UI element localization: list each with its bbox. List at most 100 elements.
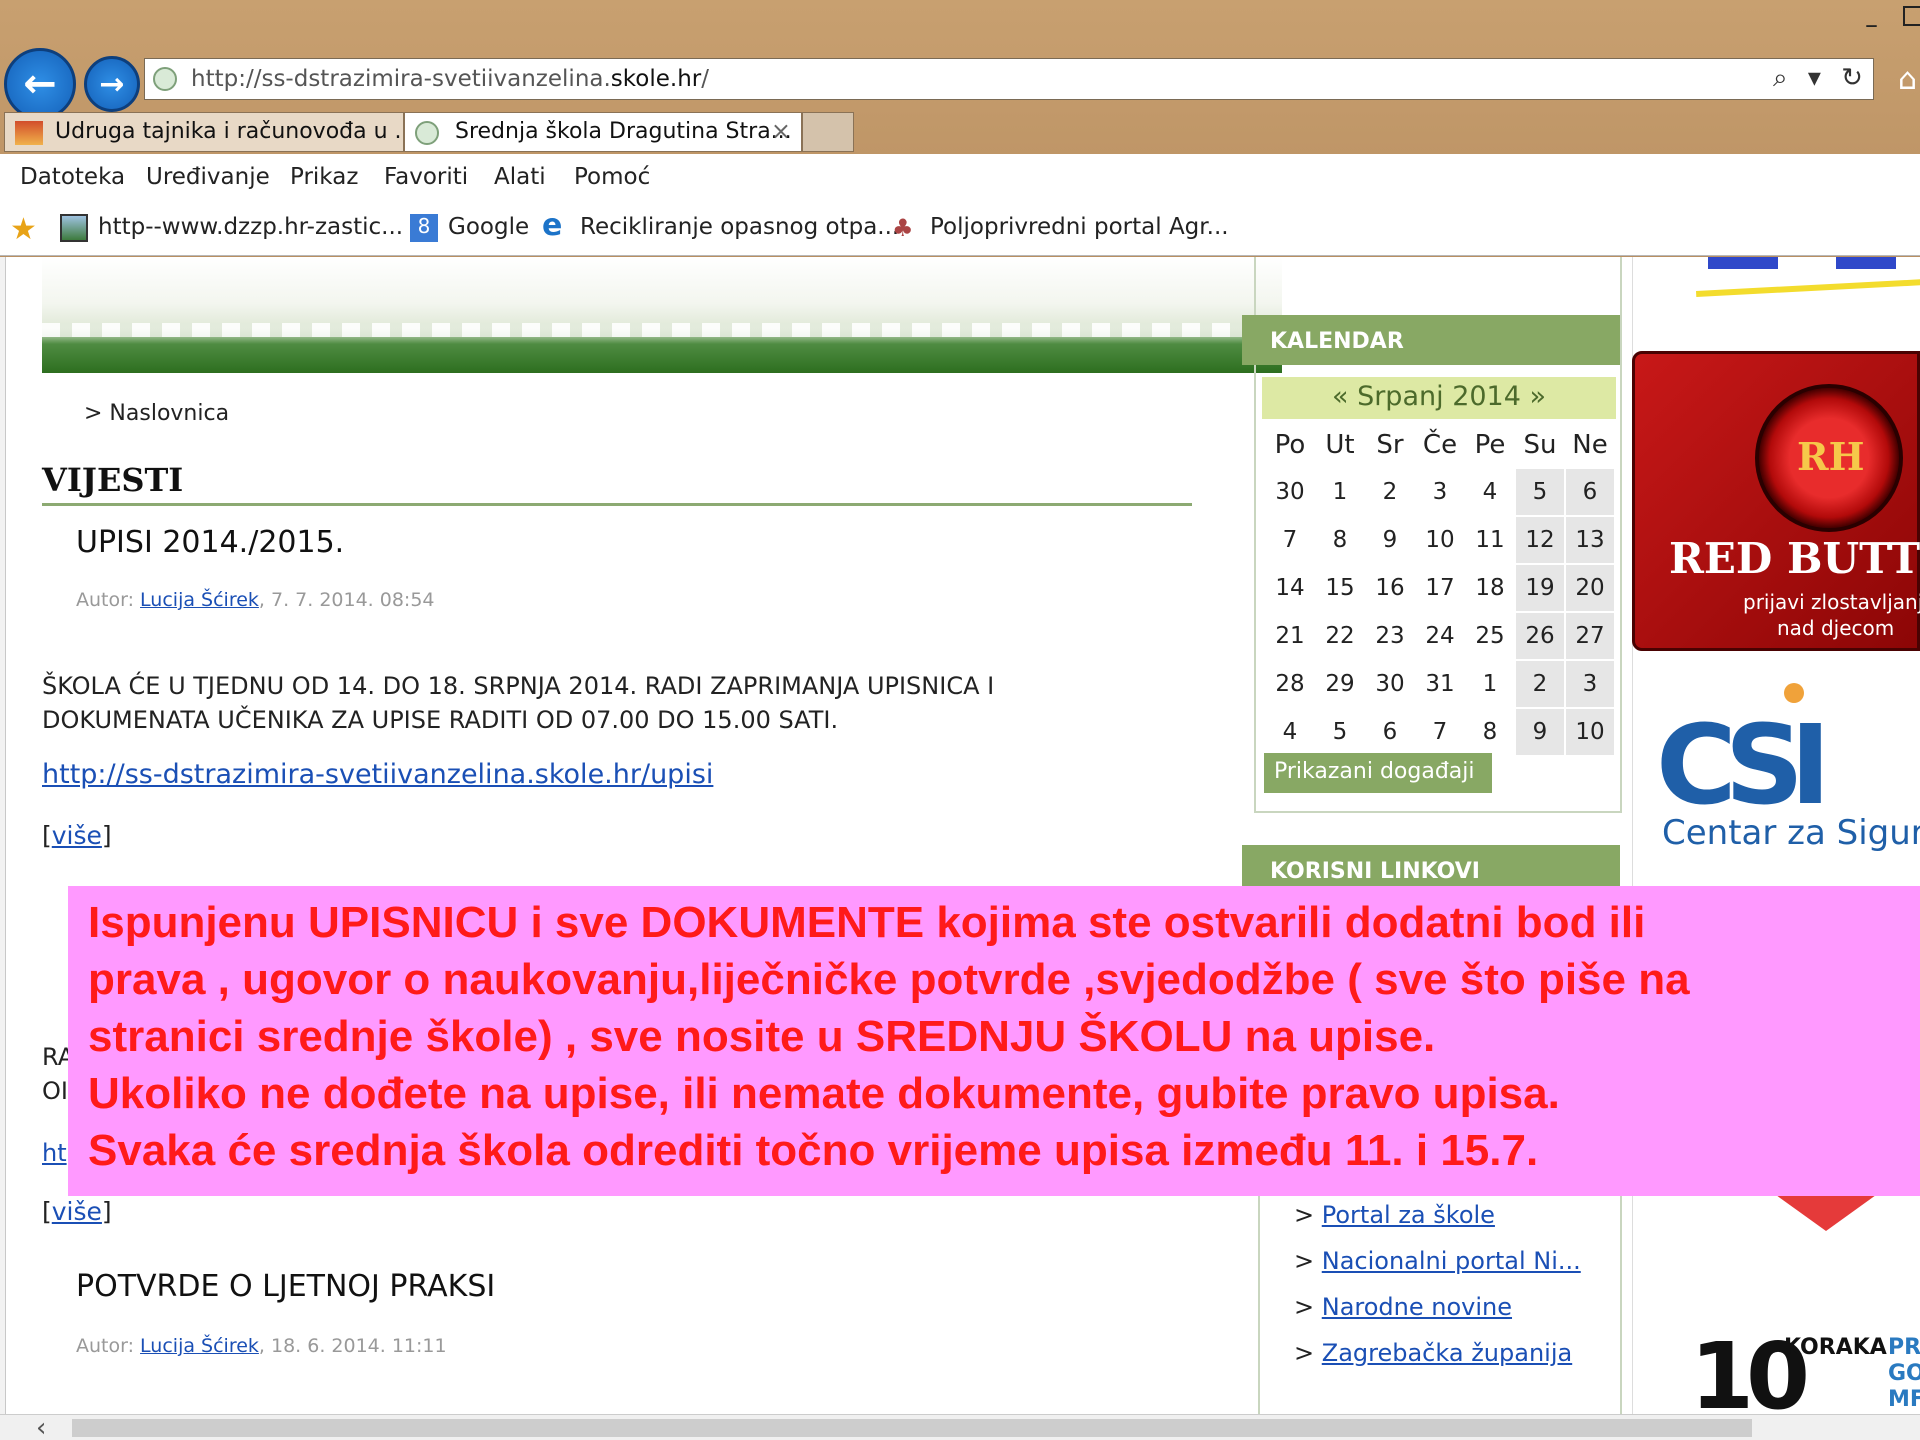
- maximize-button[interactable]: [1903, 6, 1920, 26]
- author-link[interactable]: Lucija Šćirek: [140, 1335, 259, 1357]
- link-item[interactable]: > Zagrebačka županija: [1294, 1339, 1572, 1367]
- article-link[interactable]: http://ss-dstrazimira-svetiivanzelina.sk…: [42, 759, 713, 790]
- tab-close-icon[interactable]: ×: [771, 117, 791, 145]
- article-body-line: DOKUMENATA UČENIKA ZA UPISE RADITI OD 07…: [42, 706, 839, 734]
- calendar-day[interactable]: 10: [1416, 517, 1464, 563]
- calendar-weekday: Su: [1523, 430, 1557, 460]
- calendar-day[interactable]: 25: [1466, 613, 1514, 659]
- calendar-day[interactable]: 8: [1466, 709, 1514, 755]
- menu-alati[interactable]: Alati: [494, 164, 546, 190]
- link-item[interactable]: > Narodne novine: [1294, 1293, 1512, 1321]
- calendar-day[interactable]: 29: [1316, 661, 1364, 707]
- address-bar[interactable]: http://ss-dstrazimira-svetiivanzelina.sk…: [144, 58, 1874, 100]
- calendar-day[interactable]: 4: [1466, 469, 1514, 515]
- calendar-day[interactable]: 21: [1266, 613, 1314, 659]
- calendar-day[interactable]: 7: [1416, 709, 1464, 755]
- menu-prikaz[interactable]: Prikaz: [290, 164, 358, 190]
- calendar-day[interactable]: 1: [1466, 661, 1514, 707]
- read-more-link[interactable]: više: [52, 1197, 102, 1226]
- calendar-day[interactable]: 10: [1566, 709, 1614, 755]
- tab-udruga[interactable]: Udruga tajnika i računovođa u ...: [4, 112, 404, 152]
- link-item[interactable]: > Nacionalni portal Ni...: [1294, 1247, 1581, 1275]
- link-label[interactable]: Narodne novine: [1322, 1293, 1512, 1321]
- calendar-day[interactable]: 28: [1266, 661, 1314, 707]
- link-label[interactable]: Zagrebačka županija: [1322, 1339, 1572, 1367]
- calendar-day[interactable]: 13: [1566, 517, 1614, 563]
- calendar-day[interactable]: 30: [1266, 469, 1314, 515]
- calendar-day[interactable]: 3: [1566, 661, 1614, 707]
- red-button-subtitle: prijavi zlostavljanje: [1743, 590, 1920, 614]
- calendar-day[interactable]: 6: [1566, 469, 1614, 515]
- calendar-month-nav[interactable]: « Srpanj 2014 »: [1262, 377, 1616, 419]
- menu-pomoc[interactable]: Pomoć: [574, 164, 650, 190]
- calendar-day[interactable]: 19: [1516, 565, 1564, 611]
- menu-datoteka[interactable]: Datoteka: [20, 164, 125, 190]
- back-button[interactable]: ←: [4, 48, 76, 120]
- calendar-day[interactable]: 17: [1416, 565, 1464, 611]
- calendar-day[interactable]: 31: [1416, 661, 1464, 707]
- scrollbar-thumb[interactable]: [72, 1419, 1752, 1437]
- home-icon[interactable]: ⌂: [1898, 62, 1917, 97]
- link-label[interactable]: Portal za škole: [1322, 1201, 1495, 1229]
- article-title[interactable]: POTVRDE O LJETNOJ PRAKSI: [76, 1269, 495, 1304]
- calendar-day[interactable]: 9: [1366, 517, 1414, 563]
- csi-logo[interactable]: CSI: [1656, 677, 1831, 829]
- favorite-dzzp[interactable]: http--www.dzzp.hr-zastic...: [60, 214, 403, 242]
- calendar-day[interactable]: 12: [1516, 517, 1564, 563]
- favorite-recikliranje[interactable]: e Recikliranje opasnog otpa...: [542, 208, 899, 243]
- horizontal-scrollbar[interactable]: ‹: [0, 1413, 1920, 1440]
- calendar-day[interactable]: 5: [1516, 469, 1564, 515]
- address-url[interactable]: http://ss-dstrazimira-svetiivanzelina.sk…: [191, 66, 709, 92]
- author-link[interactable]: Lucija Šćirek: [140, 589, 259, 611]
- forward-button[interactable]: →: [84, 56, 140, 112]
- article-meta: Autor: Lucija Šćirek, 7. 7. 2014. 08:54: [76, 589, 435, 611]
- calendar-day[interactable]: 9: [1516, 709, 1564, 755]
- menu-favoriti[interactable]: Favoriti: [384, 164, 468, 190]
- calendar-day[interactable]: 23: [1366, 613, 1414, 659]
- csi-banner-text[interactable]: Centar za Sigurnij: [1662, 813, 1920, 853]
- calendar-day[interactable]: 30: [1366, 661, 1414, 707]
- site-shield-icon: [415, 121, 439, 145]
- calendar-day[interactable]: 5: [1316, 709, 1364, 755]
- koraka-word[interactable]: KORAKA: [1784, 1335, 1887, 1360]
- new-tab-button[interactable]: [802, 112, 854, 152]
- calendar-day[interactable]: 2: [1516, 661, 1564, 707]
- minimize-button[interactable]: –: [1865, 10, 1878, 40]
- favorite-google[interactable]: 8 Google: [410, 214, 529, 242]
- calendar-day[interactable]: 26: [1516, 613, 1564, 659]
- breadcrumb[interactable]: > Naslovnica: [84, 401, 229, 426]
- address-tools[interactable]: ⌕ ▾ ↻: [1773, 63, 1869, 94]
- favorites-star-icon[interactable]: ★: [10, 212, 37, 247]
- article-clipped-link[interactable]: ht: [42, 1139, 67, 1167]
- scroll-left-icon[interactable]: ‹: [36, 1413, 46, 1440]
- calendar-day[interactable]: 27: [1566, 613, 1614, 659]
- calendar-day[interactable]: 7: [1266, 517, 1314, 563]
- read-more-link[interactable]: više: [52, 821, 102, 850]
- link-label[interactable]: Nacionalni portal Ni...: [1322, 1247, 1581, 1275]
- calendar-day[interactable]: 2: [1366, 469, 1414, 515]
- calendar-day[interactable]: 18: [1466, 565, 1514, 611]
- csi-logo-dot: [1784, 683, 1804, 703]
- calendar-day[interactable]: 8: [1316, 517, 1364, 563]
- calendar-day[interactable]: 11: [1466, 517, 1514, 563]
- red-button-banner[interactable]: RH RED BUTT prijavi zlostavljanje nad dj…: [1632, 351, 1920, 651]
- calendar-day[interactable]: 3: [1416, 469, 1464, 515]
- calendar-day[interactable]: 14: [1266, 565, 1314, 611]
- menu-uredivanje[interactable]: Uređivanje: [146, 164, 270, 190]
- calendar-day[interactable]: 16: [1366, 565, 1414, 611]
- calendar-day[interactable]: 22: [1316, 613, 1364, 659]
- calendar-day[interactable]: 4: [1266, 709, 1314, 755]
- bracket: ]: [101, 1197, 112, 1226]
- note-line: Ispunjenu UPISNICU i sve DOKUMENTE kojim…: [88, 898, 1646, 947]
- calendar-day[interactable]: 15: [1316, 565, 1364, 611]
- calendar-day[interactable]: 20: [1566, 565, 1614, 611]
- calendar-day[interactable]: 1: [1316, 469, 1364, 515]
- link-item[interactable]: > Portal za škole: [1294, 1201, 1495, 1229]
- shown-events-button[interactable]: Prikazani događaji: [1264, 753, 1492, 793]
- calendar-day[interactable]: 24: [1416, 613, 1464, 659]
- favorite-poljoprivredni[interactable]: ♣ Poljoprivredni portal Agr...: [892, 214, 1229, 242]
- red-button-subtitle: nad djecom: [1777, 616, 1895, 640]
- calendar-day[interactable]: 6: [1366, 709, 1414, 755]
- article-title[interactable]: UPISI 2014./2015.: [76, 525, 344, 560]
- tab-srednja-skola[interactable]: Srednja škola Dragutina Stra... ×: [404, 112, 802, 152]
